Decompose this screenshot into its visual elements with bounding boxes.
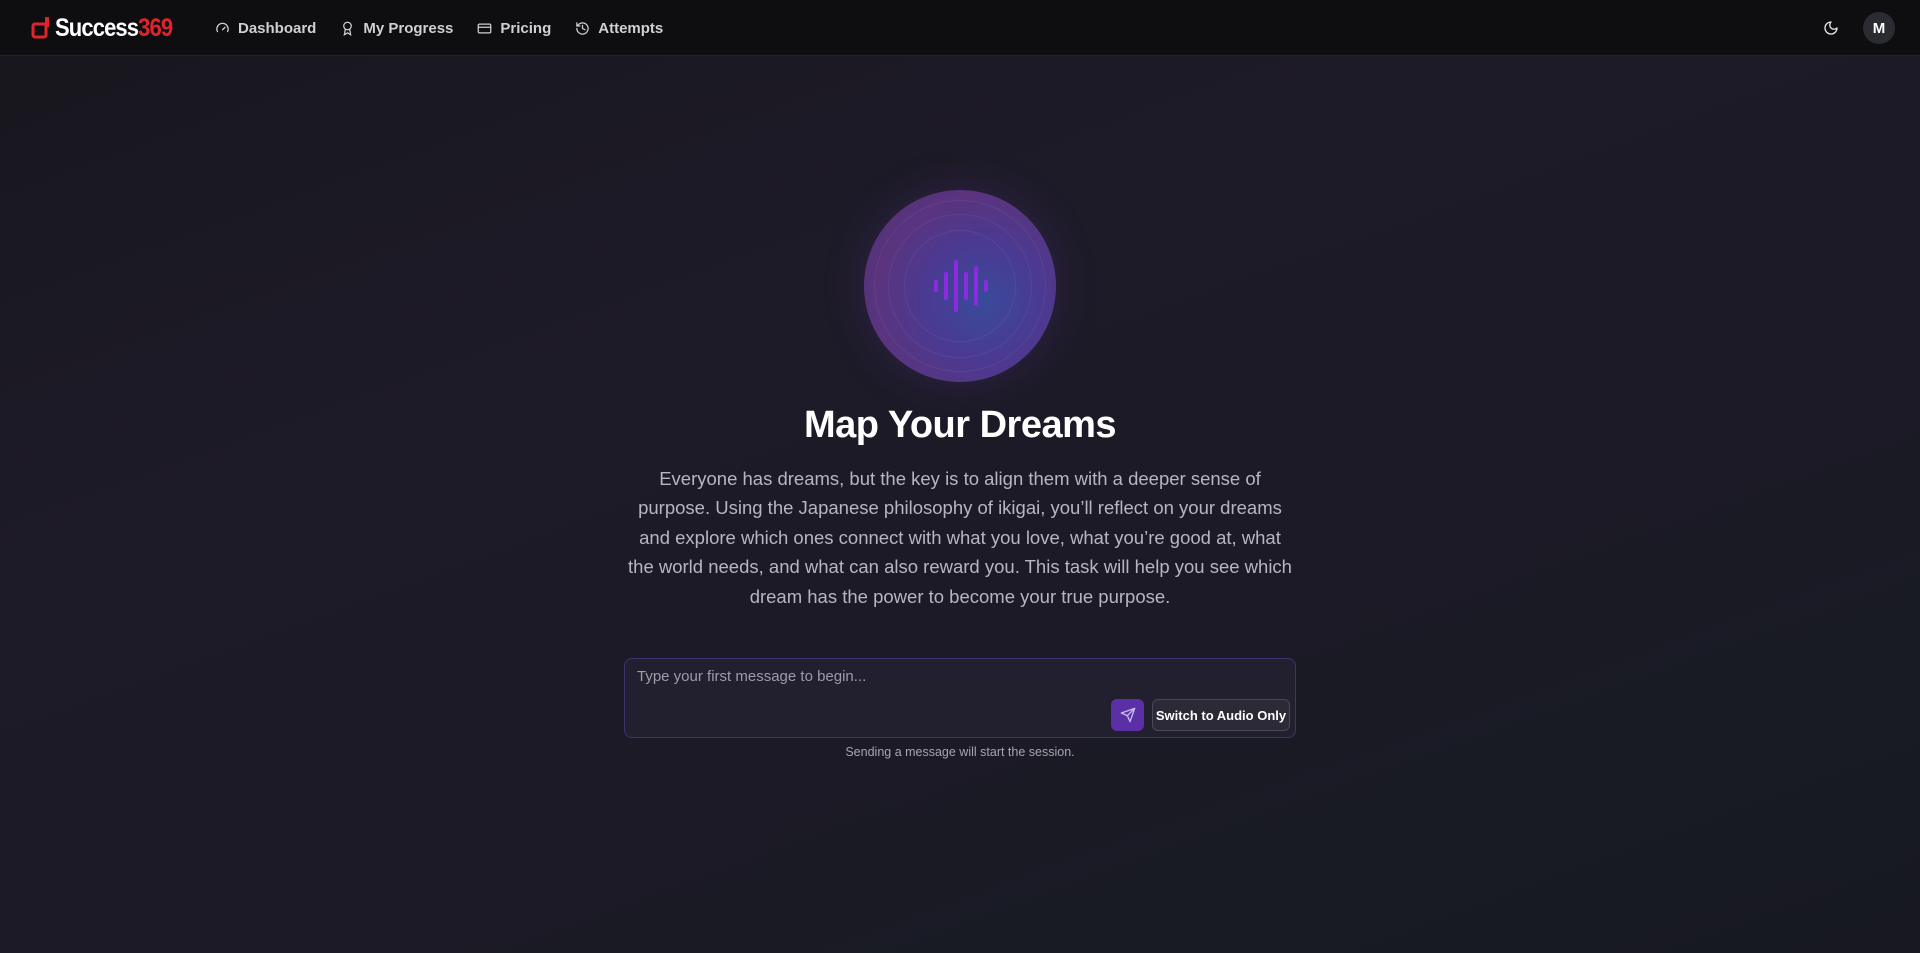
award-icon [343, 21, 353, 36]
page: Success369 Dashboard My Progress Pricing [0, 0, 1920, 953]
audio-waveform-icon [934, 260, 988, 312]
switch-to-audio-button[interactable]: Switch to Audio Only [1152, 699, 1290, 731]
nav-attempts-label: Attempts [598, 19, 664, 37]
message-composer: Switch to Audio Only [624, 658, 1296, 738]
user-avatar[interactable]: M [1863, 12, 1895, 44]
page-title: Map Your Dreams [803, 404, 1117, 446]
nav-dashboard[interactable]: Dashboard [215, 0, 328, 56]
voice-orb [864, 190, 1056, 382]
send-button[interactable] [1111, 699, 1144, 731]
nav-pricing-label: Pricing [500, 19, 552, 37]
nav-dashboard-label: Dashboard [238, 19, 317, 37]
logo-icon [31, 17, 49, 39]
task-description: Everyone has dreams, but the key is to a… [628, 468, 1292, 607]
nav-attempts[interactable]: Attempts [575, 0, 675, 56]
brand-logo[interactable]: Success369 [31, 14, 188, 42]
nav-my-progress-label: My Progress [363, 19, 454, 37]
message-input[interactable] [637, 668, 1277, 692]
session-hint: Sending a message will start the session… [845, 745, 1075, 759]
top-navbar: Success369 Dashboard My Progress Pricing [0, 0, 1920, 56]
brand-name: Success369 [55, 14, 173, 42]
main-nav: Dashboard My Progress Pricing Attempts [215, 0, 687, 56]
theme-toggle-button[interactable] [1815, 12, 1847, 44]
nav-my-progress[interactable]: My Progress [340, 0, 465, 56]
history-icon [576, 21, 589, 35]
navbar-actions: M [1815, 0, 1895, 56]
gauge-icon [216, 22, 229, 32]
credit-card-icon [478, 23, 492, 33]
moon-icon [1824, 21, 1838, 35]
send-icon [1120, 707, 1135, 723]
nav-pricing[interactable]: Pricing [477, 0, 563, 56]
